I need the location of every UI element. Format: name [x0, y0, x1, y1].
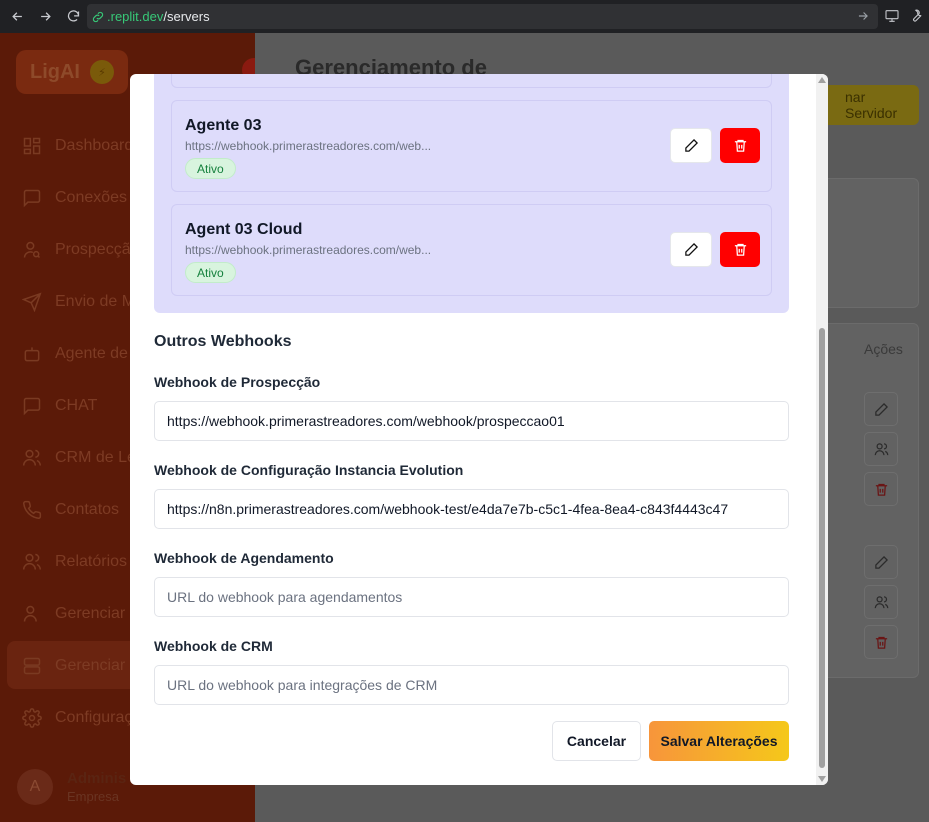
send-icon	[22, 292, 42, 312]
sidebar-item-label: Envio de M	[55, 293, 136, 310]
sidebar-item-relatorios[interactable]: Relatórios	[22, 550, 127, 574]
delete-agent-button[interactable]	[720, 232, 760, 267]
reload-icon[interactable]	[62, 6, 84, 28]
scroll-down-icon[interactable]	[818, 776, 826, 782]
bot-icon	[24, 347, 40, 362]
trash-icon	[734, 243, 746, 256]
sidebar-item-configuracoes[interactable]: Configuraç	[22, 706, 132, 730]
edit-server-modal: Agente 03 https://webhook.primerastreado…	[130, 74, 828, 785]
user-profile[interactable]: A Adminis Empresa	[17, 769, 126, 805]
crm-webhook-input[interactable]	[154, 665, 789, 705]
sidebar-item-agente[interactable]: Agente de	[22, 342, 128, 366]
chat-bubble-icon	[23, 189, 41, 208]
sidebar-item-gerenciar-usuarios[interactable]: Gerenciar	[22, 602, 125, 626]
prospeccao-webhook-input[interactable]	[154, 401, 789, 441]
edit-agent-button[interactable]	[670, 232, 712, 267]
sidebar-item-crm[interactable]: CRM de Le	[22, 446, 136, 470]
forward-icon[interactable]	[34, 6, 56, 28]
trash-icon	[734, 139, 746, 152]
delete-agent-button[interactable]	[720, 128, 760, 163]
agent-card-partial	[171, 74, 772, 88]
url-path: /servers	[163, 9, 210, 24]
edit-icon[interactable]	[864, 392, 898, 426]
user-icon	[23, 605, 37, 622]
sidebar-item-label: Gerenciar	[55, 657, 126, 674]
trash-icon[interactable]	[864, 625, 898, 659]
users-icon	[22, 449, 42, 466]
field-label: Webhook de CRM	[154, 638, 273, 654]
sidebar-item-label: CRM de Le	[55, 449, 136, 466]
server-icon	[23, 657, 41, 675]
avatar: A	[17, 769, 53, 805]
add-server-button[interactable]: nar Servidor	[815, 85, 919, 125]
url-domain: .replit.dev	[107, 9, 164, 24]
status-badge: Ativo	[185, 158, 236, 179]
back-icon[interactable]	[6, 6, 28, 28]
sidebar-item-label: Dashboard	[55, 137, 134, 154]
agents-panel: Agente 03 https://webhook.primerastreado…	[154, 74, 789, 313]
sidebar-item-dashboard[interactable]: Dashboard	[22, 134, 133, 158]
trash-icon[interactable]	[864, 472, 898, 506]
sidebar-item-label: Agente de	[55, 345, 128, 362]
field-label: Webhook de Agendamento	[154, 550, 334, 566]
lightning-icon: ⚡	[90, 60, 114, 84]
link-icon	[91, 10, 105, 24]
pencil-icon	[684, 138, 698, 152]
scroll-thumb[interactable]	[819, 328, 825, 768]
agent-name: Agent 03 Cloud	[185, 221, 303, 238]
cancel-button[interactable]: Cancelar	[552, 721, 641, 761]
sidebar-item-label: Prospecção	[55, 241, 140, 258]
agent-card: Agent 03 Cloud https://webhook.primerast…	[171, 204, 772, 296]
sidebar-item-prospeccao[interactable]: Prospecção	[22, 238, 140, 262]
sidebar-item-contatos[interactable]: Contatos	[22, 498, 119, 522]
agent-name: Agente 03	[185, 117, 262, 134]
save-button[interactable]: Salvar Alterações	[649, 721, 789, 761]
logo-text: LigAI	[30, 60, 80, 83]
user-name: Adminis	[67, 770, 127, 787]
user-role: Empresa	[67, 789, 120, 804]
scroll-up-icon[interactable]	[818, 77, 826, 83]
sidebar-item-label: Conexões	[55, 189, 128, 206]
actions-header: Ações	[864, 341, 903, 357]
gear-icon	[22, 708, 42, 728]
agendamento-webhook-input[interactable]	[154, 577, 789, 617]
field-label: Webhook de Configuração Instancia Evolut…	[154, 462, 464, 478]
agent-card: Agente 03 https://webhook.primerastreado…	[171, 100, 772, 192]
sidebar-item-conexoes[interactable]: Conexões	[22, 186, 127, 210]
background-card	[815, 178, 919, 308]
dashboard-icon	[23, 137, 41, 155]
sidebar-item-envio[interactable]: Envio de M	[22, 290, 135, 314]
sidebar-item-label: Gerenciar	[55, 605, 126, 622]
modal-scrollbar[interactable]	[816, 74, 828, 785]
browser-toolbar: .replit.dev/servers	[0, 0, 929, 33]
agent-url: https://webhook.primerastreadores.com/we…	[185, 243, 432, 257]
sidebar-item-label: Relatórios	[55, 553, 128, 570]
edit-icon[interactable]	[864, 545, 898, 579]
status-badge: Ativo	[185, 262, 236, 283]
sidebar-item-gerenciar-servidores[interactable]: Gerenciar	[22, 654, 125, 678]
phone-icon	[23, 500, 42, 519]
users-icon	[22, 553, 42, 570]
edit-agent-button[interactable]	[670, 128, 712, 163]
monitor-icon[interactable]	[884, 8, 900, 24]
sidebar-item-label: Contatos	[55, 501, 120, 518]
arrow-right-icon[interactable]	[856, 9, 870, 23]
section-title: Outros Webhooks	[154, 333, 292, 350]
sidebar-item-chat[interactable]: CHAT	[22, 394, 97, 418]
pencil-icon	[684, 242, 698, 256]
user-search-icon	[23, 241, 41, 259]
evolution-webhook-input[interactable]	[154, 489, 789, 529]
field-label: Webhook de Prospecção	[154, 374, 321, 390]
sidebar-item-label: Configuraç	[55, 709, 133, 726]
message-square-icon	[23, 397, 41, 416]
sidebar-item-label: CHAT	[55, 397, 98, 414]
address-bar[interactable]: .replit.dev/servers	[87, 4, 878, 29]
users-icon[interactable]	[864, 432, 898, 466]
agent-url: https://webhook.primerastreadores.com/we…	[185, 139, 432, 153]
logo: LigAI ⚡	[16, 50, 128, 94]
users-icon[interactable]	[864, 585, 898, 619]
url-text: .replit.dev/servers	[107, 9, 210, 24]
wrench-icon[interactable]	[908, 8, 924, 24]
